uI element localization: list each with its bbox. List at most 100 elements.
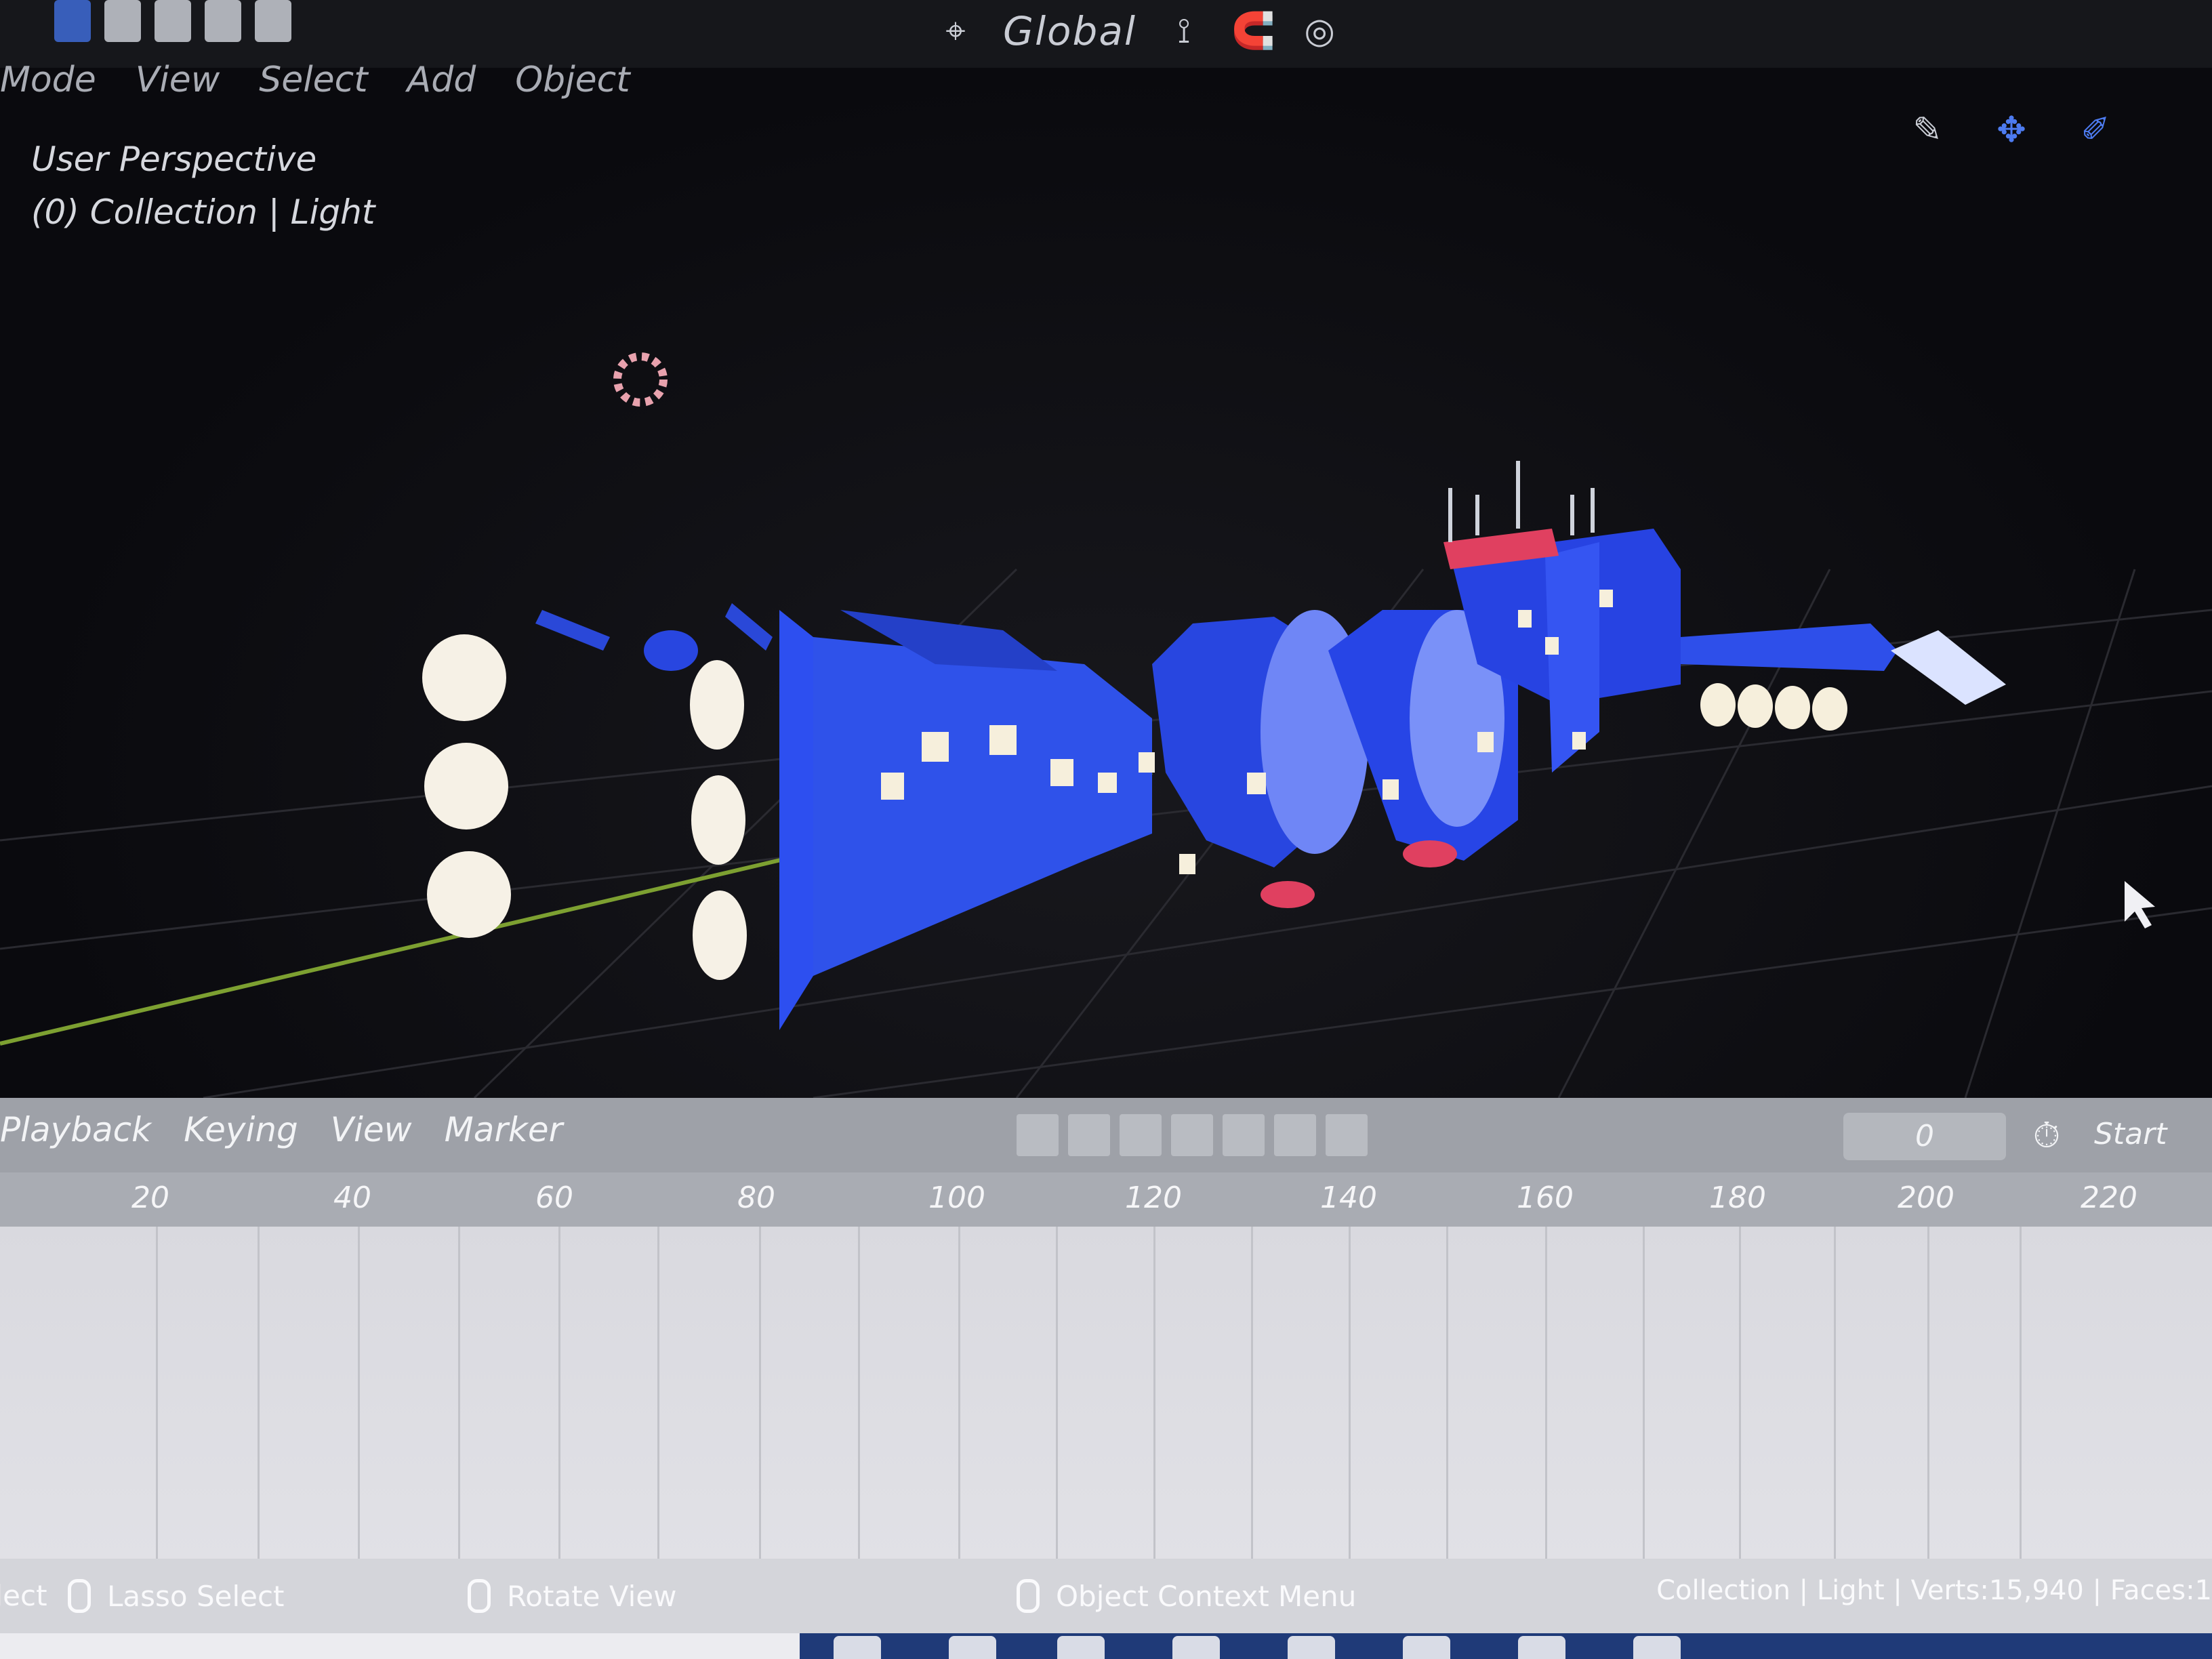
timeline-area[interactable] (0, 1227, 2212, 1559)
transform-orientation-dropdown[interactable]: Global (1003, 8, 1136, 54)
spaceship-model[interactable] (535, 529, 2006, 1030)
current-frame-field[interactable]: 0 (1843, 1113, 2006, 1160)
play-button[interactable] (1171, 1114, 1213, 1156)
timeline-view-menu[interactable]: View (331, 1110, 412, 1149)
jump-end-button[interactable] (1274, 1114, 1316, 1156)
view-menu[interactable]: View (136, 60, 220, 100)
prev-keyframe-button[interactable] (1068, 1114, 1110, 1156)
frame-tick: 40 (333, 1181, 371, 1215)
keying-menu[interactable]: Keying (184, 1110, 298, 1149)
viewport-menu: Mode View Select Add Object (0, 60, 630, 100)
frame-grid-line (759, 1227, 761, 1559)
frame-tick: 100 (928, 1181, 985, 1215)
viewport-info-overlay: User Perspective (0) Collection | Light (31, 133, 375, 239)
frame-tick: 220 (2081, 1181, 2137, 1215)
frame-tick: 80 (737, 1181, 775, 1215)
frame-grid-line (558, 1227, 560, 1559)
workspace-sculpt-icon[interactable] (155, 0, 191, 42)
light-spheres-right[interactable] (1700, 683, 1847, 731)
status-lasso-select: Lasso Select (68, 1579, 285, 1613)
annotate-tool-icon[interactable]: ✐ (2074, 108, 2117, 152)
viewport-header: Mode View Select Add Object ✎ ✥ ✐ (0, 54, 2212, 150)
blender-app-icon[interactable] (1633, 1636, 1681, 1659)
store-icon[interactable] (1057, 1636, 1105, 1659)
playback-controls (1017, 1114, 1368, 1156)
marker-menu[interactable]: Marker (445, 1110, 563, 1149)
snap-icon[interactable]: 🧲 (1231, 11, 1275, 52)
collection-label: (0) Collection | Light (31, 192, 375, 232)
frame-grid-line (1153, 1227, 1155, 1559)
frame-grid-line (958, 1227, 960, 1559)
frame-grid-line (1739, 1227, 1741, 1559)
status-rotate-view: Rotate View (468, 1579, 677, 1613)
frame-tick: 120 (1125, 1181, 1182, 1215)
play-reverse-button[interactable] (1120, 1114, 1162, 1156)
select-menu[interactable]: Select (259, 60, 367, 100)
task-view-icon[interactable] (834, 1636, 881, 1659)
status-select: Select (0, 1579, 47, 1612)
frame-grid-line (1251, 1227, 1253, 1559)
frame-grid-line (1545, 1227, 1547, 1559)
edge-icon[interactable] (1403, 1636, 1450, 1659)
status-select-label: Select (0, 1579, 47, 1612)
pivot-icon[interactable]: ⟟ (1164, 11, 1204, 52)
proportional-edit-icon[interactable]: ◎ (1299, 11, 1340, 52)
frame-tick: 20 (131, 1181, 169, 1215)
mouse-cursor-icon (2125, 881, 2155, 928)
blender-window: ⌖ Global ⟟ 🧲 ◎ Mode View Select Add Obje… (0, 0, 2212, 1659)
frame-tick: 60 (535, 1181, 573, 1215)
mail-icon[interactable] (1288, 1636, 1335, 1659)
mouse-icon (468, 1579, 491, 1613)
frame-grid-line (1056, 1227, 1058, 1559)
workspace-layout-icon[interactable] (54, 0, 91, 42)
frame-grid-line (156, 1227, 158, 1559)
frame-grid-line (1349, 1227, 1351, 1559)
timeline-menu: Playback Keying View Marker (0, 1110, 562, 1149)
workspace-icons (54, 0, 291, 47)
frame-grid-line (1643, 1227, 1645, 1559)
workspace-modeling-icon[interactable] (104, 0, 141, 42)
next-keyframe-button[interactable] (1223, 1114, 1265, 1156)
antenna-lines (1448, 461, 1595, 542)
playback-menu[interactable]: Playback (0, 1110, 151, 1149)
frame-tick: 160 (1517, 1181, 1574, 1215)
browser-icon[interactable] (1172, 1636, 1220, 1659)
start-frame-label[interactable]: Start (2094, 1117, 2167, 1151)
frame-grid-line (657, 1227, 659, 1559)
taskbar-search-box[interactable] (0, 1633, 800, 1659)
transform-controls: ⌖ Global ⟟ 🧲 ◎ (935, 8, 1340, 54)
move-tool-icon[interactable]: ✥ (1990, 108, 2033, 152)
clock-icon[interactable]: ⏱ (2026, 1115, 2067, 1156)
scene-statistics: Collection | Light | Verts:15,940 | Face… (1656, 1575, 2212, 1606)
mode-dropdown[interactable]: Mode (0, 60, 96, 100)
frame-tick: 180 (1709, 1181, 1766, 1215)
status-object-context-menu-label: Object Context Menu (1056, 1579, 1357, 1613)
status-rotate-view-label: Rotate View (507, 1579, 677, 1613)
timeline-header: Playback Keying View Marker 0 ⏱ Start (0, 1098, 2212, 1172)
object-menu[interactable]: Object (515, 60, 630, 100)
frame-grid-line (2020, 1227, 2022, 1559)
status-bar: Select Lasso Select Rotate View Object C… (0, 1559, 2212, 1633)
select-tool-icon[interactable]: ✎ (1906, 108, 1949, 152)
perspective-label: User Perspective (31, 140, 317, 179)
mouse-icon (68, 1579, 91, 1613)
light-object-marker[interactable] (613, 352, 668, 407)
file-explorer-icon[interactable] (949, 1636, 996, 1659)
frame-grid-line (258, 1227, 260, 1559)
status-lasso-select-label: Lasso Select (107, 1579, 285, 1613)
light-spheres-left[interactable] (422, 634, 747, 980)
frame-grid-line (858, 1227, 860, 1559)
folder-icon[interactable] (1518, 1636, 1565, 1659)
add-menu[interactable]: Add (407, 60, 476, 100)
timeline-ruler[interactable]: 20 40 60 80 100 120 140 160 180 200 220 (0, 1172, 2212, 1227)
frame-grid-line (358, 1227, 360, 1559)
status-object-context-menu: Object Context Menu (1017, 1579, 1356, 1613)
loop-button[interactable] (1326, 1114, 1368, 1156)
workspace-uv-icon[interactable] (205, 0, 241, 42)
frame-grid-line (458, 1227, 460, 1559)
frame-grid-line (1927, 1227, 1929, 1559)
jump-start-button[interactable] (1017, 1114, 1059, 1156)
workspace-texture-icon[interactable] (255, 0, 291, 42)
frame-tick: 200 (1898, 1181, 1954, 1215)
mouse-icon (1017, 1579, 1040, 1613)
